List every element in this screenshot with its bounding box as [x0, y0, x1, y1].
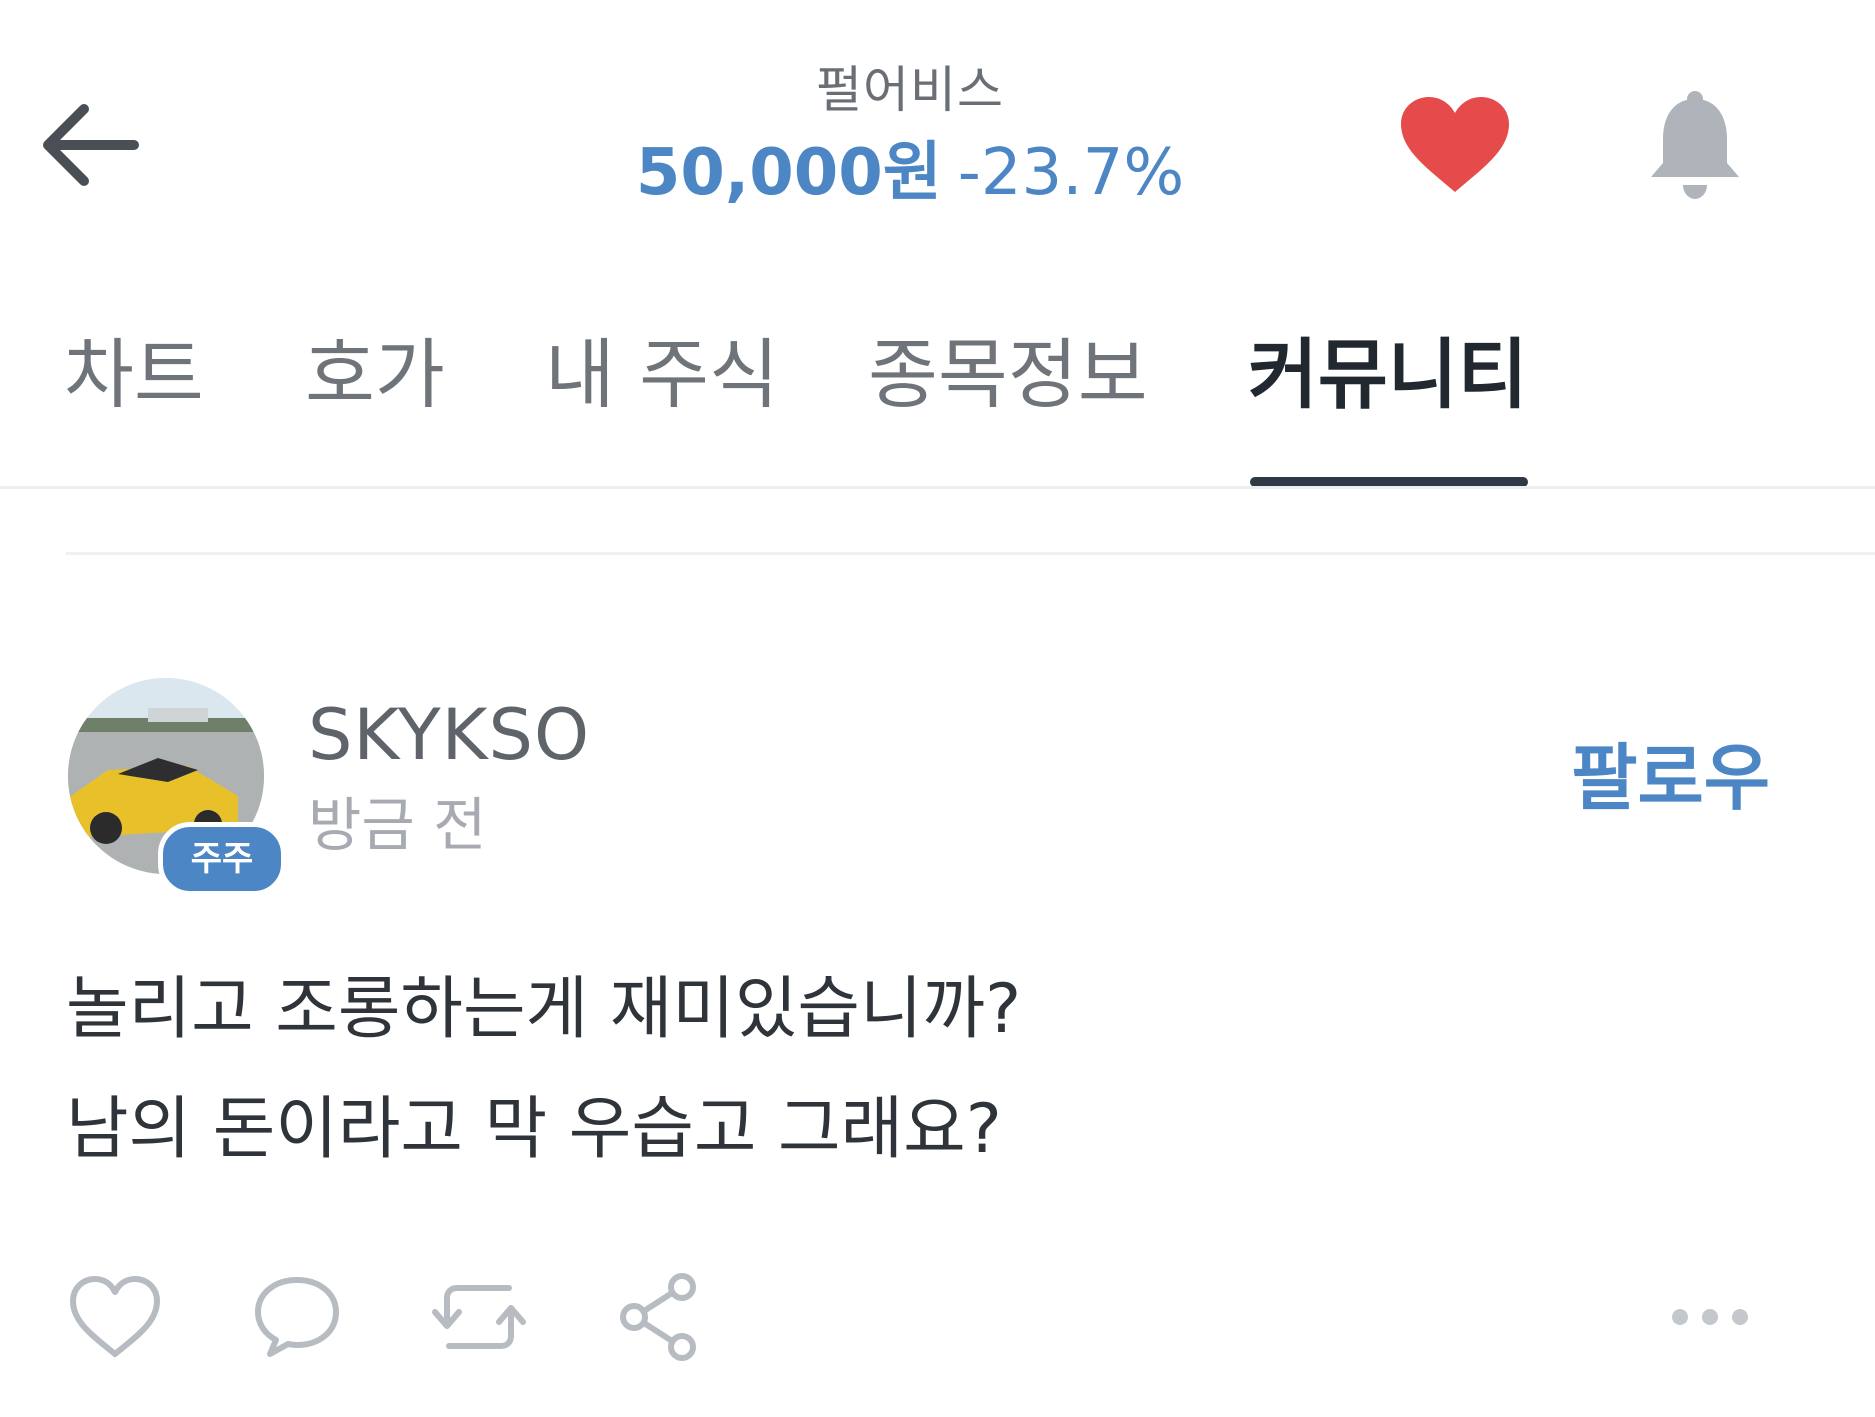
tab-stock-info[interactable]: 종목정보 — [868, 320, 1148, 430]
stock-title: 펄어비스 50,000원 -23.7% — [560, 55, 1260, 213]
favorite-button[interactable] — [1390, 85, 1520, 205]
stock-name: 펄어비스 — [816, 61, 1004, 119]
share-icon — [620, 1273, 696, 1361]
follow-button[interactable]: 팔로우 — [1550, 728, 1770, 828]
stock-price: 50,000원 — [635, 136, 942, 210]
like-button[interactable] — [60, 1262, 170, 1372]
stock-price-line: 50,000원 -23.7% — [560, 133, 1260, 213]
shareholder-badge: 주주 — [158, 822, 286, 896]
more-button[interactable] — [1650, 1262, 1770, 1372]
tab-bar: 차트 호가 내 주식 종목정보 커뮤니티 — [0, 320, 1875, 490]
tab-my-stock[interactable]: 내 주식 — [545, 320, 779, 430]
comment-bubble-icon — [255, 1277, 339, 1357]
username[interactable]: SKYKSO — [308, 690, 590, 780]
back-button[interactable] — [30, 90, 150, 200]
tabs-divider — [0, 486, 1875, 489]
post-text-line: 놀리고 조롱하는게 재미있습니까? — [66, 970, 1022, 1049]
bell-icon — [1651, 91, 1739, 199]
notification-button[interactable] — [1635, 80, 1755, 210]
more-dots-icon — [1672, 1309, 1748, 1325]
post-body: 놀리고 조롱하는게 재미있습니까? 남의 돈이라고 막 우습고 그래요? — [66, 950, 1786, 1190]
tab-chart[interactable]: 차트 — [64, 320, 204, 430]
post-text-line: 남의 돈이라고 막 우습고 그래요? — [66, 1090, 1002, 1169]
tab-orderbook[interactable]: 호가 — [305, 320, 445, 430]
post-timestamp: 방금 전 — [308, 791, 487, 859]
repost-icon — [432, 1285, 526, 1349]
stock-change: -23.7% — [957, 136, 1185, 210]
share-button[interactable] — [604, 1262, 714, 1372]
tab-community[interactable]: 커뮤니티 — [1248, 320, 1528, 430]
heart-filled-icon — [1401, 97, 1509, 192]
heart-outline-icon — [70, 1276, 160, 1357]
section-divider — [66, 552, 1875, 555]
top-bar: 펄어비스 50,000원 -23.7% — [0, 0, 1875, 240]
comment-button[interactable] — [242, 1262, 352, 1372]
arrow-left-icon — [43, 104, 139, 186]
repost-button[interactable] — [424, 1262, 534, 1372]
